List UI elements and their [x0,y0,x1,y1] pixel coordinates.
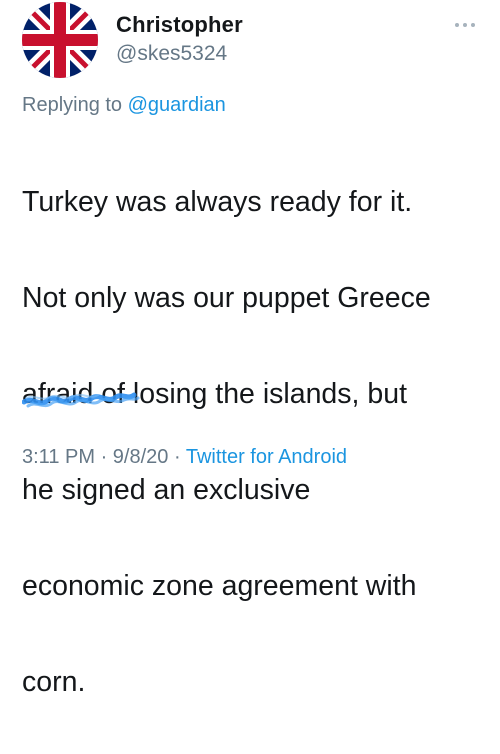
tweet-line: economic zone agreement with [22,570,417,602]
more-options-icon[interactable] [455,18,483,32]
redaction-scribble [22,392,140,408]
meta-separator: · [100,446,108,468]
display-name[interactable]: Christopher [116,12,243,38]
tweet: Christopher @skes5324 Replying to @guard… [0,0,500,698]
tweet-meta: 3:11 PM · 9/8/20 · Twitter for Android [22,446,347,469]
more-dot [463,23,467,27]
tweet-date[interactable]: 9/8/20 [113,446,169,468]
avatar[interactable] [22,2,98,78]
replying-prefix: Replying to [22,94,123,116]
meta-separator: · [173,446,181,468]
tweet-source-link[interactable]: Twitter for Android [186,446,347,468]
replying-to-link[interactable]: @guardian [128,94,226,116]
user-handle[interactable]: @skes5324 [116,42,227,66]
tweet-line: Not only was our puppet Greece [22,282,431,314]
tweet-line: he signed an exclusive [22,474,311,506]
union-jack-flag-icon [22,2,98,78]
tweet-time[interactable]: 3:11 PM [22,446,95,468]
replying-to-line: Replying to @guardian [22,94,226,117]
more-dot [471,23,475,27]
tweet-line: Turkey was always ready for it. [22,186,413,218]
more-dot [455,23,459,27]
tweet-line: corn. [22,666,86,698]
tweet-text: Turkey was always ready for it. Not only… [22,130,492,754]
